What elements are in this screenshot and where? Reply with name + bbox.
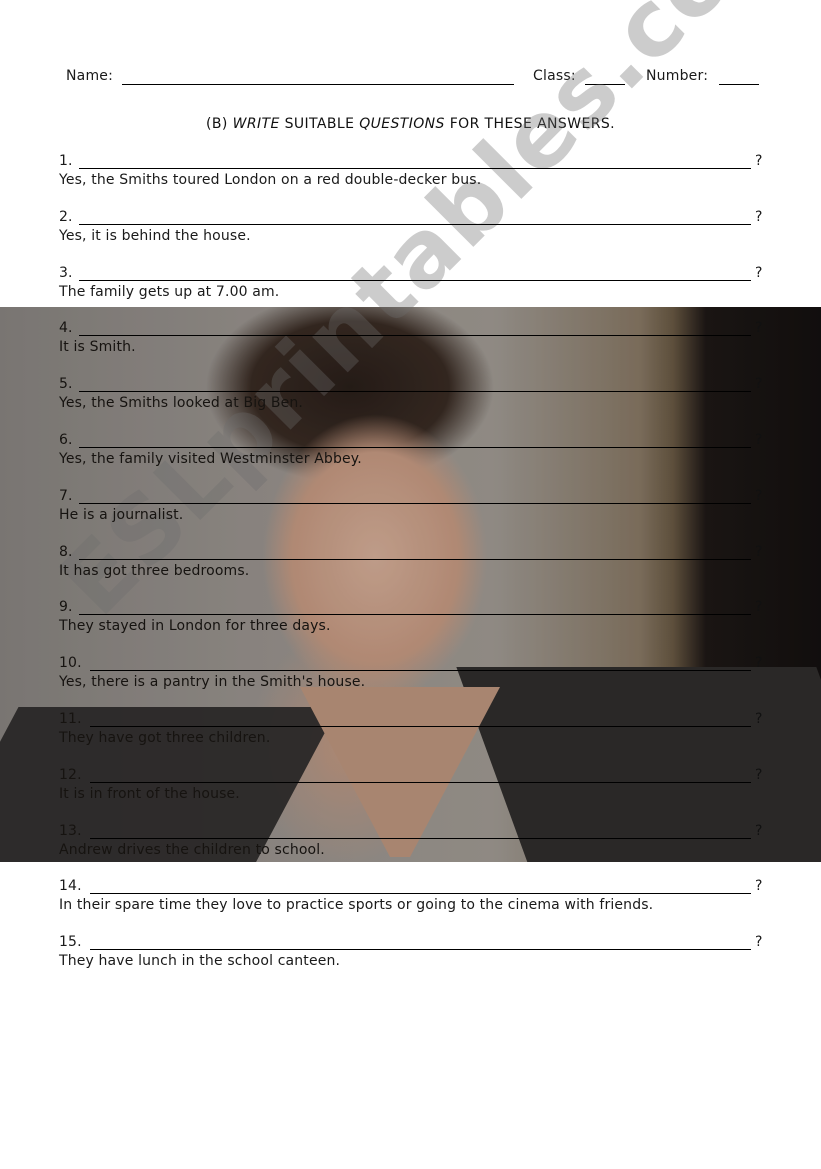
question-answer-line[interactable] — [79, 614, 751, 615]
question-item: 5.? Yes, the Smiths looked at Big Ben. — [59, 376, 769, 416]
question-item: 12.? It is in front of the house. — [59, 767, 769, 807]
title-suffix: FOR THESE ANSWERS. — [444, 116, 615, 132]
question-number: 2. — [59, 209, 73, 225]
question-item: 11.? They have got three children. — [59, 711, 769, 751]
question-answer-line[interactable] — [90, 893, 751, 894]
question-mark: ? — [755, 767, 763, 783]
given-answer: Andrew drives the children to school. — [59, 842, 325, 858]
given-answer: They have got three children. — [59, 730, 271, 746]
question-item: 9.? They stayed in London for three days. — [59, 599, 769, 639]
question-item: 14.? In their spare time they love to pra… — [59, 878, 769, 918]
given-answer: Yes, the Smiths toured London on a red d… — [59, 172, 482, 188]
question-number: 4. — [59, 320, 73, 336]
given-answer: They stayed in London for three days. — [59, 618, 331, 634]
question-number: 11. — [59, 711, 82, 727]
question-number: 8. — [59, 544, 73, 560]
question-number: 1. — [59, 153, 73, 169]
question-number: 15. — [59, 934, 82, 950]
given-answer: Yes, the Smiths looked at Big Ben. — [59, 395, 304, 411]
question-number: 5. — [59, 376, 73, 392]
class-blank[interactable] — [585, 84, 625, 85]
question-mark: ? — [755, 153, 763, 169]
given-answer: Yes, it is behind the house. — [59, 228, 251, 244]
question-number: 6. — [59, 432, 73, 448]
question-answer-line[interactable] — [90, 949, 751, 950]
question-answer-line[interactable] — [90, 670, 751, 671]
given-answer: It has got three bedrooms. — [59, 563, 250, 579]
question-mark: ? — [755, 878, 763, 894]
class-label: Class: — [533, 68, 576, 84]
question-mark: ? — [755, 711, 763, 727]
question-mark: ? — [755, 432, 763, 448]
question-answer-line[interactable] — [90, 782, 751, 783]
title-questions: QUESTIONS — [359, 116, 445, 132]
number-blank[interactable] — [719, 84, 759, 85]
question-number: 9. — [59, 599, 73, 615]
question-number: 7. — [59, 488, 73, 504]
question-item: 6.? Yes, the family visited Westminster A… — [59, 432, 769, 472]
question-mark: ? — [755, 544, 763, 560]
question-mark: ? — [755, 488, 763, 504]
question-item: 15.? They have lunch in the school cantee… — [59, 934, 769, 974]
question-number: 14. — [59, 878, 82, 894]
question-answer-line[interactable] — [79, 391, 751, 392]
question-answer-line[interactable] — [79, 447, 751, 448]
given-answer: He is a journalist. — [59, 507, 184, 523]
given-answer: Yes, there is a pantry in the Smith's ho… — [59, 674, 366, 690]
question-mark: ? — [755, 209, 763, 225]
question-number: 12. — [59, 767, 82, 783]
instructions-title: (B) WRITE SUITABLE QUESTIONS FOR THESE A… — [0, 116, 821, 132]
given-answer: In their spare time they love to practic… — [59, 897, 654, 913]
question-item: 3.? The family gets up at 7.00 am. — [59, 265, 769, 305]
given-answer: It is Smith. — [59, 339, 136, 355]
question-item: 4.? It is Smith. — [59, 320, 769, 360]
question-number: 3. — [59, 265, 73, 281]
question-answer-line[interactable] — [79, 559, 751, 560]
given-answer: They have lunch in the school canteen. — [59, 953, 341, 969]
question-mark: ? — [755, 934, 763, 950]
question-item: 7.? He is a journalist. — [59, 488, 769, 528]
question-answer-line[interactable] — [79, 335, 751, 336]
name-blank[interactable] — [122, 84, 514, 85]
question-answer-line[interactable] — [79, 168, 751, 169]
question-answer-line[interactable] — [90, 838, 751, 839]
question-answer-line[interactable] — [79, 503, 751, 504]
given-answer: It is in front of the house. — [59, 786, 240, 802]
question-item: 13.? Andrew drives the children to school… — [59, 823, 769, 863]
question-mark: ? — [755, 320, 763, 336]
question-item: 2.? Yes, it is behind the house. — [59, 209, 769, 249]
question-number: 13. — [59, 823, 82, 839]
question-number: 10. — [59, 655, 82, 671]
title-write: WRITE — [232, 116, 280, 132]
title-prefix: (B) — [206, 116, 233, 132]
question-answer-line[interactable] — [90, 726, 751, 727]
question-mark: ? — [755, 655, 763, 671]
question-mark: ? — [755, 599, 763, 615]
question-item: 8.? It has got three bedrooms. — [59, 544, 769, 584]
title-middle: SUITABLE — [279, 116, 360, 132]
question-answer-line[interactable] — [79, 280, 751, 281]
question-item: 10.? Yes, there is a pantry in the Smith'… — [59, 655, 769, 695]
given-answer: Yes, the family visited Westminster Abbe… — [59, 451, 362, 467]
question-answer-line[interactable] — [79, 224, 751, 225]
name-label: Name: — [66, 68, 114, 84]
question-mark: ? — [755, 265, 763, 281]
given-answer: The family gets up at 7.00 am. — [59, 284, 280, 300]
student-info-row: Name: Class: Number: — [66, 68, 766, 88]
question-mark: ? — [755, 823, 763, 839]
question-item: 1.? Yes, the Smiths toured London on a re… — [59, 153, 769, 193]
question-mark: ? — [755, 376, 763, 392]
number-label: Number: — [646, 68, 709, 84]
